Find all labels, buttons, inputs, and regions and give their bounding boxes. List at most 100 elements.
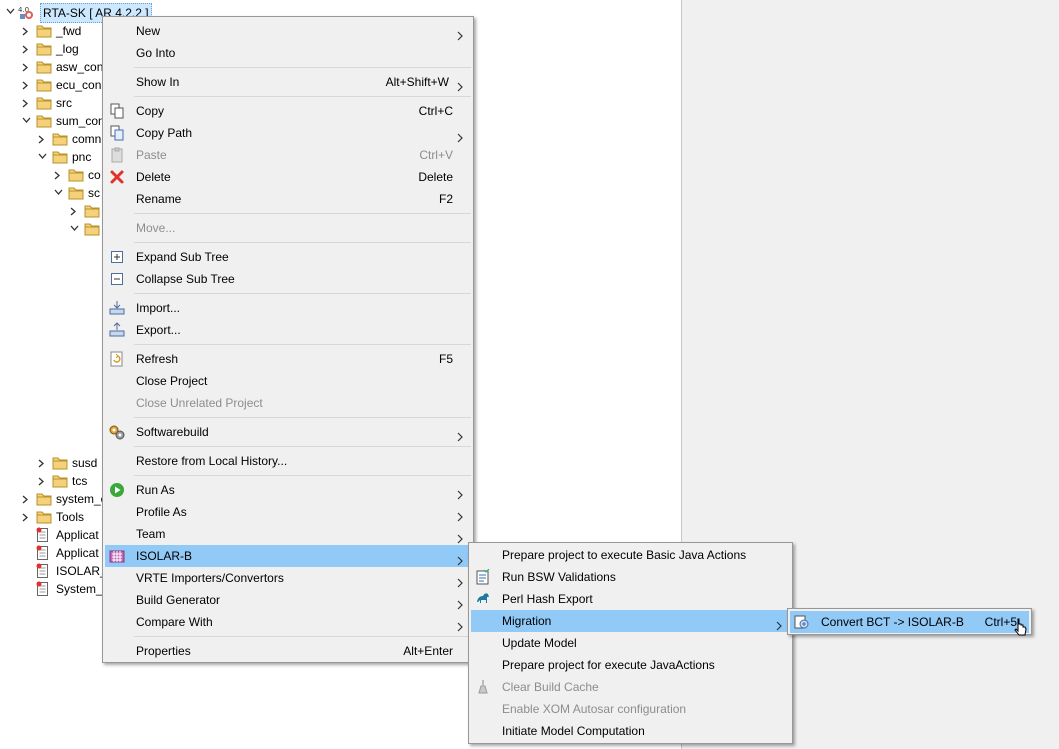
imp-icon (109, 300, 125, 316)
tree-item[interactable]: ISOLAR_ (20, 562, 102, 580)
menu-item-build-generator[interactable]: Build Generator (105, 589, 471, 611)
chevron-right-icon (457, 617, 463, 632)
folder-icon (36, 60, 52, 74)
menu-item-softwarebuild[interactable]: Softwarebuild (105, 421, 471, 443)
menu-item-expand-sub-tree[interactable]: Expand Sub Tree (105, 246, 471, 268)
chevron-right-icon (457, 128, 463, 143)
folder-icon (36, 24, 52, 38)
submenu-item-initiate-model-computation[interactable]: Initiate Model Computation (471, 720, 790, 742)
tree-item[interactable] (68, 220, 102, 238)
tree-item[interactable]: _log (20, 40, 102, 58)
tree-item[interactable]: asw_con (20, 58, 102, 76)
menu-item-rename[interactable]: Rename F2 (105, 188, 471, 210)
submenu-item-clear-build-cache[interactable]: Clear Build Cache (471, 676, 790, 698)
menu-item-convert-bct[interactable]: Convert BCT -> ISOLAR-B Ctrl+5 (790, 611, 1029, 633)
tree-item[interactable]: System_l (20, 580, 102, 598)
submenu-item-migration[interactable]: Migration (471, 610, 790, 632)
tree-item[interactable]: sc (52, 184, 102, 202)
menu-item-close-project[interactable]: Close Project (105, 370, 471, 392)
autosar-project-icon: 4.0 (18, 4, 34, 20)
submenu-item-perl-hash-export[interactable]: Perl Hash Export (471, 588, 790, 610)
menu-item-collapse-sub-tree[interactable]: Collapse Sub Tree (105, 268, 471, 290)
menu-item-profile-as[interactable]: Profile As (105, 501, 471, 523)
chevron-right-icon[interactable] (36, 472, 48, 490)
tree-item[interactable]: susd (36, 454, 102, 472)
exp-icon (109, 322, 125, 338)
submenu-item-run-bsw-validations[interactable]: Run BSW Validations (471, 566, 790, 588)
chevron-right-icon[interactable] (20, 508, 32, 526)
tree-item-label: susd (72, 456, 98, 470)
menu-item-import[interactable]: Import... (105, 297, 471, 319)
tree-item[interactable]: tcs (36, 472, 102, 490)
chevron-right-icon[interactable] (36, 454, 48, 472)
menu-item-team[interactable]: Team (105, 523, 471, 545)
submenu-item-update-model[interactable]: Update Model (471, 632, 790, 654)
folder-icon (36, 42, 52, 56)
menu-item-go-into[interactable]: Go Into (105, 42, 471, 64)
chevron-right-icon[interactable] (36, 130, 48, 148)
folder-icon (52, 456, 68, 470)
tree-item[interactable]: pnc (36, 148, 102, 166)
menu-item-restore-from-local-history[interactable]: Restore from Local History... (105, 450, 471, 472)
tree-item[interactable] (68, 202, 102, 220)
isolar-icon (109, 548, 125, 564)
submenu-item-enable-xom-autosar-configuration[interactable]: Enable XOM Autosar configuration (471, 698, 790, 720)
tree-item[interactable]: co (52, 166, 102, 184)
tree-item[interactable]: src (20, 94, 102, 112)
folder-icon (36, 96, 52, 110)
perl-icon (475, 591, 491, 607)
chevron-right-icon (457, 427, 463, 442)
submenu-item-prepare-project-for-execute-javaactions[interactable]: Prepare project for execute JavaActions (471, 654, 790, 676)
menu-item-show-in[interactable]: Show In Alt+Shift+W (105, 71, 471, 93)
menu-item-close-unrelated-project[interactable]: Close Unrelated Project (105, 392, 471, 414)
menu-item-copy-path[interactable]: Copy Path (105, 122, 471, 144)
tree-item-label: sc (88, 186, 100, 200)
chevron-right-icon[interactable] (20, 58, 32, 76)
tree-item[interactable]: system_c (20, 490, 102, 508)
menu-item-delete[interactable]: Delete Delete (105, 166, 471, 188)
menu-item-move[interactable]: Move... (105, 217, 471, 239)
chevron-right-icon (457, 26, 463, 41)
menu-item-run-as[interactable]: Run As (105, 479, 471, 501)
chevron-right-icon[interactable] (68, 202, 80, 220)
chevron-down-icon[interactable] (68, 220, 80, 238)
menu-item-vrte-importers-convertors[interactable]: VRTE Importers/Convertors (105, 567, 471, 589)
chevron-right-icon[interactable] (20, 40, 32, 58)
tree-item[interactable]: _fwd (20, 22, 102, 40)
submenu-item-prepare-project-to-execute-basic-java-actions[interactable]: Prepare project to execute Basic Java Ac… (471, 544, 790, 566)
chevron-right-icon[interactable] (20, 94, 32, 112)
folder-icon (36, 492, 52, 506)
tree-item-label: asw_con (56, 60, 102, 74)
menu-item-isolar-b[interactable]: ISOLAR-B (105, 545, 471, 567)
menu-item-properties[interactable]: Properties Alt+Enter (105, 640, 471, 662)
tree-item[interactable]: ecu_con (20, 76, 102, 94)
chevron-right-icon[interactable] (20, 22, 32, 40)
chevron-down-icon[interactable] (52, 184, 64, 202)
chevron-down-icon[interactable] (4, 3, 16, 21)
copy-icon (109, 103, 125, 119)
copypath-icon (109, 125, 125, 141)
menu-item-compare-with[interactable]: Compare With (105, 611, 471, 633)
chevron-right-icon[interactable] (20, 76, 32, 94)
tree-item[interactable]: sum_con (20, 112, 102, 130)
chevron-down-icon[interactable] (36, 148, 48, 166)
chevron-right-icon[interactable] (20, 490, 32, 508)
chevron-down-icon[interactable] (20, 112, 32, 130)
file-icon (36, 563, 50, 579)
chevron-right-icon (457, 77, 463, 92)
chevron-right-icon (457, 485, 463, 500)
tree-item[interactable]: comn (36, 130, 102, 148)
chevron-right-icon (457, 595, 463, 610)
menu-item-copy[interactable]: Copy Ctrl+C (105, 100, 471, 122)
collapse-icon (109, 271, 125, 287)
tree-item[interactable]: Applicat (20, 544, 102, 562)
folder-icon (36, 114, 52, 128)
menu-item-refresh[interactable]: Refresh F5 (105, 348, 471, 370)
menu-item-new[interactable]: New (105, 20, 471, 42)
chevron-right-icon[interactable] (52, 166, 64, 184)
tree-item[interactable]: Applicat (20, 526, 102, 544)
folder-icon (84, 204, 100, 218)
menu-item-paste[interactable]: Paste Ctrl+V (105, 144, 471, 166)
tree-item[interactable]: Tools (20, 508, 102, 526)
menu-item-export[interactable]: Export... (105, 319, 471, 341)
